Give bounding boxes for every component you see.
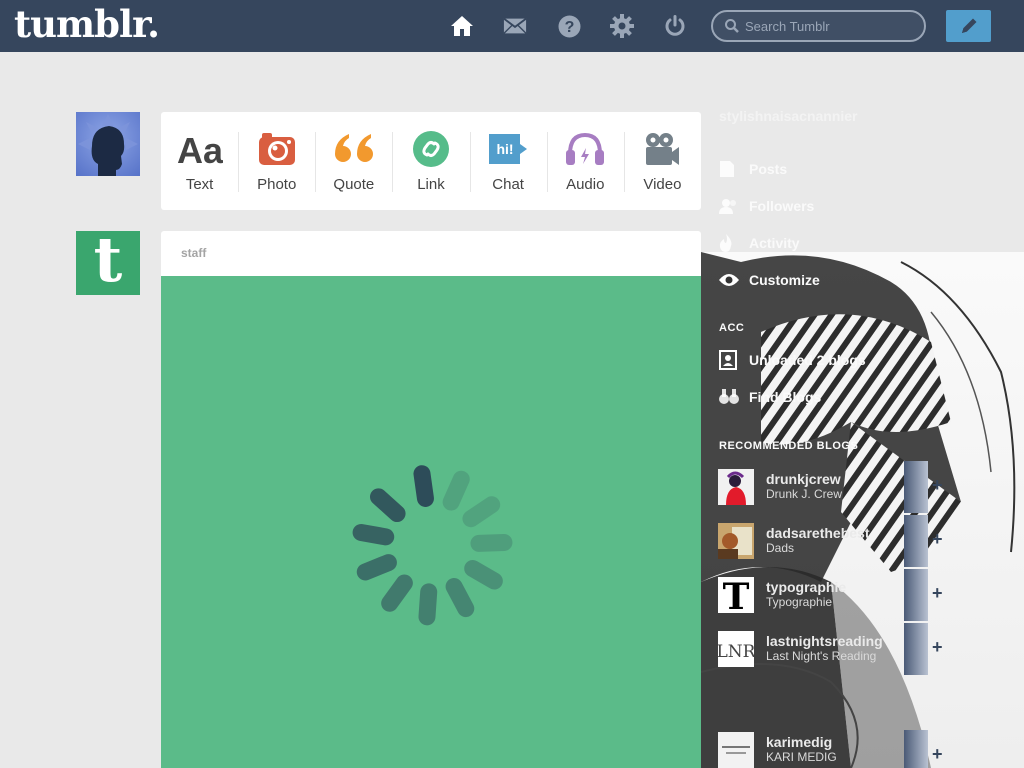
post-type-quote-label: Quote bbox=[333, 176, 375, 193]
post-type-video-label: Video bbox=[643, 176, 682, 193]
post-type-quote[interactable]: Quote bbox=[315, 112, 392, 210]
sidebar-item-label: Unloaded 2 blogs bbox=[749, 352, 866, 368]
plus-icon: + bbox=[932, 475, 943, 495]
sidebar-section-recommended: RECOMMENDED BLOGS bbox=[719, 440, 859, 452]
sidebar-item-label: Customize bbox=[749, 272, 820, 288]
background-sketch bbox=[701, 252, 1024, 768]
sidebar-item-customize[interactable]: Customize bbox=[719, 268, 919, 292]
svg-text:T: T bbox=[723, 577, 750, 613]
sidebar-item-activity[interactable]: Activity bbox=[719, 231, 919, 255]
binoculars-icon bbox=[719, 389, 741, 405]
follow-button[interactable]: + bbox=[904, 515, 943, 567]
sidebar-item-label: Posts bbox=[749, 161, 788, 177]
sidebar-item-label: Followers bbox=[749, 198, 815, 214]
post-media[interactable] bbox=[161, 276, 701, 768]
post-type-bar: Aa Text Photo Quote Link hi! Chat Audio bbox=[161, 112, 701, 210]
post-author[interactable]: staff bbox=[161, 231, 701, 276]
document-icon bbox=[719, 160, 741, 178]
post-type-link[interactable]: Link bbox=[392, 112, 469, 210]
recommended-blog[interactable]: drunkjcrew Drunk J. Crew bbox=[718, 469, 918, 509]
post-type-video[interactable]: Video bbox=[623, 112, 701, 210]
recommended-blog-name: dadsarethebest bbox=[766, 525, 870, 541]
post-type-audio[interactable]: Audio bbox=[546, 112, 624, 210]
blog-avatar: LNR bbox=[718, 631, 754, 667]
recommended-blog-name: drunkjcrew bbox=[766, 471, 841, 487]
follow-button[interactable]: + bbox=[904, 569, 943, 621]
sidebar-item-unloaded-blogs[interactable]: Unloaded 2 blogs bbox=[719, 348, 919, 372]
post-type-text[interactable]: Aa Text bbox=[161, 112, 238, 210]
post-type-chat[interactable]: hi! Chat bbox=[469, 112, 547, 210]
eye-icon bbox=[719, 273, 741, 287]
recommended-blog-title: Last Night's Reading bbox=[766, 649, 877, 663]
recommended-blog[interactable]: T typographie Typographie bbox=[718, 577, 918, 617]
user-avatar[interactable] bbox=[76, 112, 140, 176]
post-type-chat-label: Chat bbox=[492, 176, 524, 193]
post-type-photo-label: Photo bbox=[257, 176, 297, 193]
loading-spinner-icon bbox=[352, 465, 513, 626]
follow-button[interactable]: + bbox=[904, 730, 943, 768]
right-sidebar: stylishnaisacnannier Posts Followers Act… bbox=[701, 52, 1024, 768]
home-icon[interactable] bbox=[450, 14, 474, 38]
flame-icon bbox=[719, 234, 741, 252]
top-navigation-bar: tumblr. ? bbox=[0, 0, 1024, 52]
recommended-blog-title: Drunk J. Crew bbox=[766, 487, 843, 501]
recommended-blog[interactable]: karimedig KARI MEDIG bbox=[718, 732, 918, 768]
recommended-blog[interactable]: LNR lastnightsreading Last Night's Readi… bbox=[718, 631, 918, 671]
search-input[interactable] bbox=[745, 18, 915, 34]
post-type-text-label: Text bbox=[185, 176, 214, 193]
svg-text:LNR: LNR bbox=[718, 642, 754, 662]
recommended-blog-name: karimedig bbox=[766, 734, 833, 750]
headphones-icon bbox=[565, 130, 605, 168]
text-icon: Aa bbox=[177, 130, 223, 168]
blog-avatar bbox=[718, 523, 754, 559]
power-icon[interactable] bbox=[663, 14, 687, 38]
dashboard-post: staff bbox=[161, 231, 701, 768]
svg-text:hi!: hi! bbox=[497, 141, 514, 157]
plus-icon: + bbox=[932, 583, 943, 603]
recommended-blog[interactable]: dadsarethebest Dads bbox=[718, 523, 918, 563]
post-type-audio-label: Audio bbox=[566, 176, 605, 193]
follow-button[interactable]: + bbox=[904, 623, 943, 675]
sidebar-item-followers[interactable]: Followers bbox=[719, 194, 919, 218]
recommended-blog-name: lastnightsreading bbox=[766, 633, 883, 649]
blog-avatar: T bbox=[718, 577, 754, 613]
staff-avatar[interactable]: t bbox=[76, 223, 140, 296]
plus-icon: + bbox=[932, 744, 943, 764]
staff-avatar-letter: t bbox=[93, 223, 123, 296]
mail-icon[interactable] bbox=[503, 14, 527, 38]
sidebar-item-label: Find Blogs bbox=[749, 389, 822, 405]
recommended-blog-name: typographie bbox=[766, 579, 847, 595]
quote-icon bbox=[333, 130, 375, 168]
post-type-photo[interactable]: Photo bbox=[238, 112, 315, 210]
svg-text:Aa: Aa bbox=[177, 130, 223, 168]
post-type-link-label: Link bbox=[417, 176, 445, 193]
camera-icon bbox=[258, 130, 296, 168]
recommended-blog-title: Dads bbox=[766, 541, 795, 555]
blog-avatar bbox=[718, 732, 754, 768]
people-icon bbox=[719, 198, 741, 214]
blog-avatar bbox=[718, 469, 754, 505]
link-icon bbox=[412, 130, 449, 168]
recommended-blog-title: KARI MEDIG bbox=[766, 750, 837, 764]
search-icon bbox=[725, 19, 739, 33]
recommended-blog-title: Typographie bbox=[766, 595, 833, 609]
plus-icon: + bbox=[932, 529, 943, 549]
compose-button[interactable] bbox=[946, 10, 991, 42]
contact-card-icon bbox=[719, 350, 741, 370]
help-icon[interactable]: ? bbox=[557, 14, 581, 38]
svg-text:?: ? bbox=[564, 19, 574, 36]
gear-icon[interactable] bbox=[610, 14, 634, 38]
plus-icon: + bbox=[932, 637, 943, 657]
sidebar-blog-name[interactable]: stylishnaisacnannier bbox=[719, 108, 858, 124]
search-box[interactable] bbox=[711, 10, 926, 42]
pencil-icon bbox=[961, 18, 976, 33]
sidebar-section-account: ACC bbox=[719, 322, 745, 334]
chat-icon: hi! bbox=[488, 130, 528, 168]
tumblr-logo[interactable]: tumblr. bbox=[14, 2, 160, 46]
sidebar-item-find-blogs[interactable]: Find Blogs bbox=[719, 385, 919, 409]
follow-button[interactable]: + bbox=[904, 461, 943, 513]
sidebar-item-posts[interactable]: Posts bbox=[719, 157, 919, 181]
sidebar-item-label: Activity bbox=[749, 235, 800, 251]
video-camera-icon bbox=[644, 130, 680, 168]
